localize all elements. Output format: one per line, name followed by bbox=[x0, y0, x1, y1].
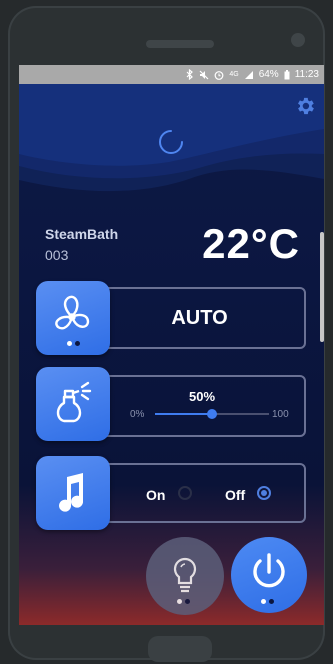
mute-icon bbox=[199, 70, 209, 79]
page-dot-active bbox=[261, 599, 266, 604]
fan-mode-value: AUTO bbox=[171, 306, 228, 329]
aroma-button[interactable] bbox=[36, 367, 110, 441]
fan-page-dots bbox=[67, 341, 80, 346]
aroma-value-label: 50% bbox=[189, 389, 216, 404]
aroma-dispenser-icon bbox=[56, 381, 92, 423]
radio-selected-dot bbox=[261, 490, 267, 496]
power-page-dots bbox=[261, 599, 274, 604]
aroma-panel bbox=[93, 375, 306, 437]
aroma-slider-thumb[interactable] bbox=[207, 409, 217, 419]
page-dot-active bbox=[177, 599, 182, 604]
battery-percent: 64% bbox=[258, 69, 279, 80]
power-button[interactable] bbox=[231, 537, 307, 613]
home-button[interactable] bbox=[148, 636, 212, 662]
battery-icon bbox=[284, 69, 290, 79]
page-dot-active bbox=[67, 341, 72, 346]
scroll-indicator[interactable] bbox=[320, 232, 324, 342]
clock: 11:23 bbox=[294, 69, 319, 80]
bluetooth-icon bbox=[186, 69, 194, 80]
music-on-radio[interactable] bbox=[178, 486, 192, 500]
light-page-dots bbox=[177, 599, 190, 604]
temperature-readout: 22°C bbox=[202, 220, 300, 267]
music-note-icon bbox=[59, 473, 84, 512]
page-dot bbox=[185, 599, 190, 604]
aroma-slider-fill bbox=[155, 413, 212, 415]
aroma-max-label: 100 bbox=[272, 409, 289, 420]
music-panel bbox=[93, 463, 306, 523]
gear-icon[interactable] bbox=[294, 95, 316, 117]
music-off-radio[interactable] bbox=[257, 486, 271, 500]
music-on-label: On bbox=[146, 487, 166, 503]
page-dot bbox=[269, 599, 274, 604]
music-button[interactable] bbox=[36, 456, 110, 530]
device-id: 003 bbox=[45, 247, 69, 263]
signal-icon bbox=[244, 70, 253, 79]
music-off-label: Off bbox=[225, 487, 246, 503]
alarm-icon bbox=[214, 70, 224, 80]
light-button[interactable] bbox=[146, 537, 224, 615]
status-bar: 4G 64% 11:23 bbox=[19, 65, 324, 84]
app-screen: 4G 64% 11:23 SteamBath 003 22°C AUTO 50%… bbox=[19, 65, 324, 625]
spinner-icon bbox=[159, 130, 183, 154]
fan-button[interactable] bbox=[36, 281, 110, 355]
device-name: SteamBath bbox=[45, 226, 119, 242]
front-camera bbox=[291, 33, 305, 47]
speaker-grille bbox=[146, 40, 214, 48]
aroma-min-label: 0% bbox=[130, 409, 145, 420]
network-type: 4G bbox=[229, 71, 239, 78]
page-dot bbox=[75, 341, 80, 346]
